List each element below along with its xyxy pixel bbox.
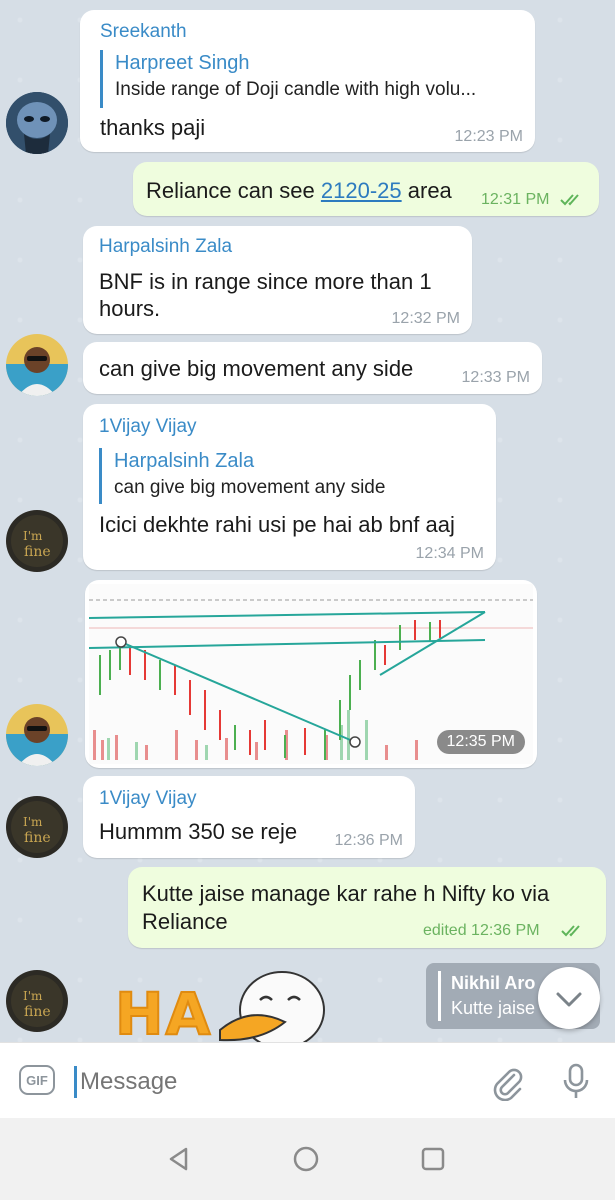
gif-label: GIF (26, 1072, 48, 1088)
svg-text:I'm: I'm (23, 529, 43, 543)
message-text: Hummm 350 se reje (99, 819, 298, 844)
image-time-pill: 12:35 PM (436, 730, 525, 754)
sender-name[interactable]: 1Vijay Vijay (99, 416, 197, 438)
avatar-1vijay[interactable]: I'm fine (6, 796, 68, 858)
message-time: 12:32 PM (391, 310, 460, 327)
message-text-line: Kutte jaise manage kar rahe h Nifty ko v… (142, 881, 550, 906)
sender-name[interactable]: Harpalsinh Zala (99, 236, 232, 258)
message-time: 12:33 PM (461, 369, 530, 386)
message-bubble[interactable]: can give big movement any side 12:33 PM (83, 342, 542, 394)
message-time: 12:34 PM (415, 545, 484, 562)
sticker-text: HA (114, 979, 213, 1042)
message-time: 12:31 PM (481, 191, 550, 208)
message-input[interactable] (78, 1061, 462, 1103)
message-text-part: Reliance can see (146, 178, 321, 203)
reply-name: Nikhil Aro (451, 973, 536, 993)
message-time: 12:35 PM (446, 733, 515, 750)
message-text-part: area (401, 178, 452, 203)
svg-text:I'm: I'm (23, 815, 43, 829)
avatar-harpalsinh[interactable] (6, 704, 68, 766)
chat-area[interactable]: Sreekanth Harpreet Singh Inside range of… (0, 0, 615, 1042)
message-bubble[interactable]: Harpalsinh Zala BNF is in range since mo… (83, 226, 472, 334)
double-check-icon (561, 925, 580, 937)
double-check-icon (560, 194, 579, 206)
reply-name: Harpalsinh Zala (114, 450, 255, 472)
message-text: Reliance can see 2120-25 area (146, 176, 452, 205)
recents-square-icon[interactable] (418, 1144, 448, 1174)
paperclip-icon (493, 1068, 523, 1102)
reply-text: can give big movement any side (114, 477, 386, 498)
message-bubble-outgoing[interactable]: Kutte jaise manage kar rahe h Nifty ko v… (128, 867, 606, 948)
svg-text:I'm: I'm (23, 989, 43, 1003)
message-bubble[interactable]: 1Vijay Vijay Harpalsinh Zala can give bi… (83, 404, 496, 570)
message-bubble-outgoing[interactable]: Reliance can see 2120-25 area 12:31 PM (133, 162, 599, 216)
avatar-harpalsinh[interactable] (6, 334, 68, 396)
reply-quote[interactable]: Harpreet Singh Inside range of Doji cand… (100, 50, 476, 108)
message-input-bar: GIF (0, 1042, 615, 1119)
message-bubble[interactable]: Sreekanth Harpreet Singh Inside range of… (80, 10, 535, 152)
svg-text:fine: fine (24, 544, 51, 560)
message-text-line: BNF is in range since more than 1 (99, 269, 432, 294)
chevron-down-icon (556, 992, 582, 1007)
message-text-line: Reliance (142, 909, 228, 934)
back-triangle-icon[interactable] (164, 1144, 194, 1174)
home-circle-icon[interactable] (291, 1144, 321, 1174)
reply-text: Inside range of Doji candle with high vo… (115, 79, 477, 100)
message-text-line: hours. (99, 296, 161, 321)
sender-name[interactable]: Sreekanth (100, 21, 187, 43)
gif-button[interactable]: GIF (19, 1065, 55, 1095)
message-bubble[interactable]: 1Vijay Vijay Hummm 350 se reje 12:36 PM (83, 776, 415, 858)
avatar-sreekanth[interactable] (6, 92, 68, 154)
sender-name[interactable]: 1Vijay Vijay (99, 788, 197, 810)
message-time: edited 12:36 PM (423, 922, 540, 939)
attach-button[interactable] (487, 1061, 527, 1102)
image-message[interactable]: 12:35 PM (85, 580, 537, 768)
avatar-1vijay[interactable]: I'm fine (6, 510, 68, 572)
voice-button[interactable] (556, 1061, 596, 1101)
message-time: 12:23 PM (454, 128, 523, 145)
message-text: Icici dekhte rahi usi pe hai ab bnf aaj (99, 512, 455, 537)
text-cursor (74, 1066, 77, 1098)
svg-text:fine: fine (24, 830, 51, 846)
message-text: thanks paji (100, 115, 206, 140)
reply-text: Kutte jaise (451, 998, 536, 1018)
reply-name: Harpreet Singh (115, 52, 250, 74)
message-link[interactable]: 2120-25 (321, 178, 402, 203)
svg-text:fine: fine (24, 1004, 51, 1020)
microphone-icon (563, 1063, 589, 1098)
message-text: can give big movement any side (99, 356, 414, 381)
sticker-message[interactable]: HA (110, 960, 330, 1042)
reply-quote[interactable]: Harpalsinh Zala can give big movement an… (99, 448, 385, 504)
system-navigation-bar (0, 1118, 615, 1200)
avatar-1vijay[interactable]: I'm fine (6, 970, 68, 1032)
scroll-down-button[interactable] (538, 967, 600, 1029)
message-time: 12:36 PM (334, 832, 403, 849)
